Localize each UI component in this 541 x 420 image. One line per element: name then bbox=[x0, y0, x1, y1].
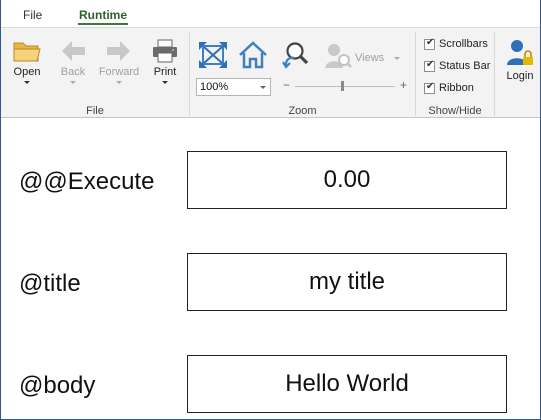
param-label-title: @title bbox=[19, 270, 81, 297]
print-dropdown-arrow[interactable] bbox=[162, 81, 168, 84]
views-person-icon bbox=[323, 42, 353, 75]
ribbon-check-icon[interactable] bbox=[424, 81, 435, 94]
ribbon: Open Back Forward Print File Zoom Views … bbox=[1, 27, 540, 118]
home-icon[interactable] bbox=[237, 40, 269, 75]
folder-icon bbox=[5, 38, 49, 64]
forward-arrow-icon bbox=[97, 38, 141, 64]
back-arrow-icon bbox=[51, 38, 95, 64]
zoom-level-combobox[interactable]: 100% bbox=[196, 78, 271, 96]
printer-icon bbox=[143, 38, 187, 64]
forward-label: Forward bbox=[98, 66, 140, 78]
views-label: Views bbox=[355, 52, 385, 64]
tab-runtime[interactable]: Runtime bbox=[78, 8, 128, 25]
group-divider bbox=[494, 32, 495, 116]
login-label: Login bbox=[506, 70, 534, 82]
parameter-form: @@Execute 0.00 @title my title @body Hel… bbox=[1, 119, 540, 419]
zoom-in-button[interactable]: + bbox=[400, 78, 407, 92]
param-field-body[interactable]: Hello World bbox=[187, 355, 507, 413]
param-label-body: @body bbox=[19, 372, 96, 399]
back-label: Back bbox=[60, 66, 86, 78]
tab-file[interactable]: File bbox=[23, 8, 42, 22]
forward-dropdown-arrow[interactable] bbox=[116, 81, 122, 84]
status-bar-check-icon[interactable] bbox=[424, 59, 435, 72]
showhide-group-label: Show/Hide bbox=[428, 105, 482, 117]
zoom-search-icon[interactable] bbox=[280, 40, 312, 77]
file-group: Open Back Forward Print File bbox=[1, 28, 189, 119]
zoom-combobox-arrow[interactable] bbox=[260, 86, 266, 89]
file-group-label: File bbox=[86, 105, 104, 117]
zoom-group-label: Zoom bbox=[288, 105, 317, 117]
back-button[interactable]: Back bbox=[51, 34, 95, 98]
ribbon-tab-strip: File Runtime bbox=[1, 0, 540, 27]
scrollbars-label: Scrollbars bbox=[439, 38, 488, 50]
status-bar-label: Status Bar bbox=[439, 60, 491, 72]
zoom-level-value: 100% bbox=[200, 81, 229, 93]
fit-to-window-icon[interactable] bbox=[197, 40, 229, 75]
views-dropdown-arrow bbox=[394, 57, 400, 60]
open-label: Open bbox=[13, 66, 41, 78]
print-label: Print bbox=[153, 66, 177, 78]
zoom-slider[interactable]: − + bbox=[283, 78, 407, 94]
user-lock-icon bbox=[499, 38, 541, 68]
ribbon-label: Ribbon bbox=[439, 82, 474, 94]
open-dropdown-arrow[interactable] bbox=[24, 81, 30, 84]
zoom-slider-track[interactable] bbox=[295, 86, 395, 87]
param-field-title[interactable]: my title bbox=[187, 253, 507, 311]
zoom-slider-thumb[interactable] bbox=[341, 81, 344, 91]
forward-button[interactable]: Forward bbox=[97, 34, 141, 98]
scrollbars-check-icon[interactable] bbox=[424, 37, 435, 50]
param-label-execute: @@Execute bbox=[19, 168, 155, 195]
open-button[interactable]: Open bbox=[5, 34, 49, 98]
login-button[interactable]: Login bbox=[499, 34, 541, 98]
back-dropdown-arrow[interactable] bbox=[70, 81, 76, 84]
print-button[interactable]: Print bbox=[143, 34, 187, 98]
param-field-execute[interactable]: 0.00 bbox=[187, 151, 507, 209]
zoom-out-button[interactable]: − bbox=[283, 78, 290, 92]
